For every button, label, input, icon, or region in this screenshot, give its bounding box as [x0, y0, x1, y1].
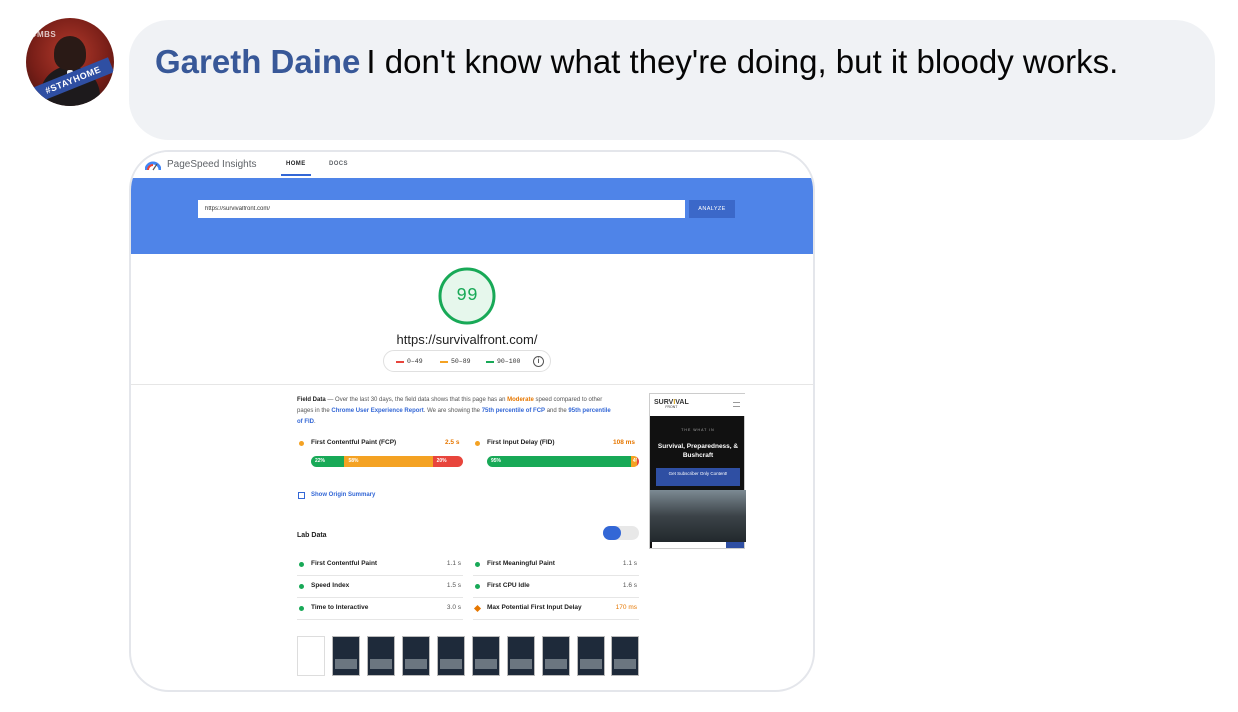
- fcp-label: First Contentful Paint (FCP): [311, 439, 397, 446]
- analyze-button[interactable]: ANALYZE: [689, 200, 735, 218]
- url-input[interactable]: [198, 200, 685, 218]
- comment-bubble: Gareth Daine I don't know what they're do…: [129, 20, 1215, 140]
- fid-dist-fast: 95%: [487, 456, 631, 467]
- comment-author[interactable]: Gareth Daine: [155, 43, 360, 80]
- preview-search-button: [726, 542, 744, 548]
- pass-dot-icon: [475, 562, 480, 567]
- section-divider: [131, 384, 813, 385]
- toggle-active-icon: [603, 526, 621, 540]
- filmstrip-frame: [367, 636, 395, 676]
- field-data-title: Field Data: [297, 397, 326, 403]
- fcp-status-dot: [299, 441, 304, 446]
- psi-brand: PageSpeed Insights: [167, 159, 257, 170]
- filmstrip-frame: [507, 636, 535, 676]
- lab-metric-value: 3.0 s: [446, 604, 461, 611]
- lab-metric-name: Time to Interactive: [311, 604, 369, 611]
- fcp-dist-slow: 20%: [432, 456, 463, 467]
- field-desc-1: — Over the last 30 days, the field data …: [327, 397, 506, 403]
- tab-docs[interactable]: DOCS: [329, 161, 348, 167]
- site-logo: SURVIVAL FRONT: [654, 399, 689, 409]
- lab-metric-value: 1.6 s: [622, 582, 637, 589]
- pass-dot-icon: [299, 606, 304, 611]
- pass-dot-icon: [475, 584, 480, 589]
- performance-score: 99: [456, 286, 478, 306]
- lab-metric-value: 170 ms: [615, 604, 637, 611]
- fid-distribution: 95% 4% 1%: [487, 456, 639, 467]
- preview-search-bar: [652, 542, 744, 548]
- preview-header: SURVIVAL FRONT: [650, 394, 746, 416]
- fid-value: 108 ms: [613, 439, 636, 446]
- score-url: https://survivalfront.com/: [396, 332, 538, 347]
- attached-image[interactable]: PageSpeed Insights HOME DOCS ANALYZE 99 …: [129, 150, 815, 692]
- origin-summary-label[interactable]: Show Origin Summary: [311, 492, 375, 498]
- warning-icon: [473, 604, 482, 613]
- filmstrip-frame: [611, 636, 639, 676]
- lab-metric-name: First Meaningful Paint: [487, 560, 555, 567]
- legend-fail: 0–49: [407, 358, 423, 365]
- lab-row: Speed Index 1.5 s: [297, 576, 463, 598]
- score-legend: 0–49 50–89 90–100 i: [383, 350, 551, 372]
- psi-hero: ANALYZE: [131, 178, 813, 254]
- lab-metric-name: First CPU Idle: [487, 582, 530, 589]
- preview-headline: Survival, Preparedness, & Bushcraft: [657, 443, 739, 459]
- lab-row: First CPU Idle 1.6 s: [473, 576, 639, 598]
- avatar-top-text: #MBS: [32, 30, 57, 39]
- filmstrip-frame: [577, 636, 605, 676]
- fcp-dist-fast: 22%: [311, 456, 345, 467]
- lab-metric-name: Max Potential First Input Delay: [487, 604, 582, 611]
- avatar-head: [54, 36, 86, 70]
- lab-metric-name: First Contentful Paint: [311, 560, 378, 567]
- load-filmstrip: [297, 632, 639, 680]
- filmstrip-frame: [542, 636, 570, 676]
- legend-pass: 90–100: [497, 358, 521, 365]
- speed-rating: Moderate: [507, 397, 534, 403]
- fid-dist-slow: 1%: [637, 456, 639, 467]
- lab-row: First Contentful Paint 1.1 s: [297, 554, 463, 576]
- hamburger-menu-icon: [733, 402, 740, 407]
- lab-metric-value: 1.1 s: [622, 560, 637, 567]
- fid-status-dot: [475, 441, 480, 446]
- psi-navbar: PageSpeed Insights HOME DOCS: [131, 152, 813, 178]
- field-desc-4: and the: [546, 408, 567, 414]
- lab-row: First Meaningful Paint 1.1 s: [473, 554, 639, 576]
- legend-green-marker: [486, 361, 494, 363]
- tab-home[interactable]: HOME: [286, 161, 306, 167]
- mobile-preview: SURVIVAL FRONT THE WHAT IN Survival, Prep…: [649, 393, 746, 549]
- field-data-description: Field Data — Over the last 30 days, the …: [297, 397, 611, 425]
- pagespeed-logo-icon: [145, 161, 161, 171]
- field-desc-3: . We are showing the: [423, 408, 481, 414]
- lab-row: Max Potential First Input Delay 170 ms: [473, 598, 639, 620]
- pass-dot-icon: [299, 584, 304, 589]
- filmstrip-frame: [402, 636, 430, 676]
- pass-dot-icon: [299, 562, 304, 567]
- legend-red-marker: [396, 361, 404, 363]
- preview-subtitle: THE WHAT IN: [681, 428, 715, 432]
- active-tab-indicator: [281, 174, 311, 176]
- lab-data-title: Lab Data: [297, 532, 327, 539]
- info-icon[interactable]: i: [533, 356, 544, 367]
- filmstrip-frame: [472, 636, 500, 676]
- comment-text: I don't know what they're doing, but it …: [366, 43, 1119, 80]
- preview-cta: Get Subscriber Only Content!: [656, 468, 740, 486]
- fcp-percentile-link[interactable]: 75th percentile of FCP: [482, 408, 545, 414]
- fid-label: First Input Delay (FID): [487, 439, 555, 446]
- fcp-distribution: 22% 58% 20%: [311, 456, 463, 467]
- fcp-value: 2.5 s: [445, 439, 460, 446]
- filmstrip-frame: [332, 636, 360, 676]
- origin-summary-checkbox[interactable]: [298, 492, 305, 499]
- commenter-avatar[interactable]: #MBS #STAYHOME: [26, 18, 114, 106]
- lab-metric-value: 1.5 s: [446, 582, 461, 589]
- lab-row: Time to Interactive 3.0 s: [297, 598, 463, 620]
- crux-link[interactable]: Chrome User Experience Report: [331, 408, 423, 414]
- filmstrip-frame: [297, 636, 325, 676]
- comment-body: Gareth Daine I don't know what they're do…: [155, 43, 1185, 81]
- view-toggle[interactable]: [603, 526, 639, 540]
- filmstrip-frame: [437, 636, 465, 676]
- lab-metric-name: Speed Index: [311, 582, 350, 589]
- legend-orange-marker: [440, 361, 448, 363]
- lab-metric-value: 1.1 s: [446, 560, 461, 567]
- legend-average: 50–89: [451, 358, 471, 365]
- fcp-dist-moderate: 58%: [344, 456, 433, 467]
- preview-hero-image: [650, 490, 746, 542]
